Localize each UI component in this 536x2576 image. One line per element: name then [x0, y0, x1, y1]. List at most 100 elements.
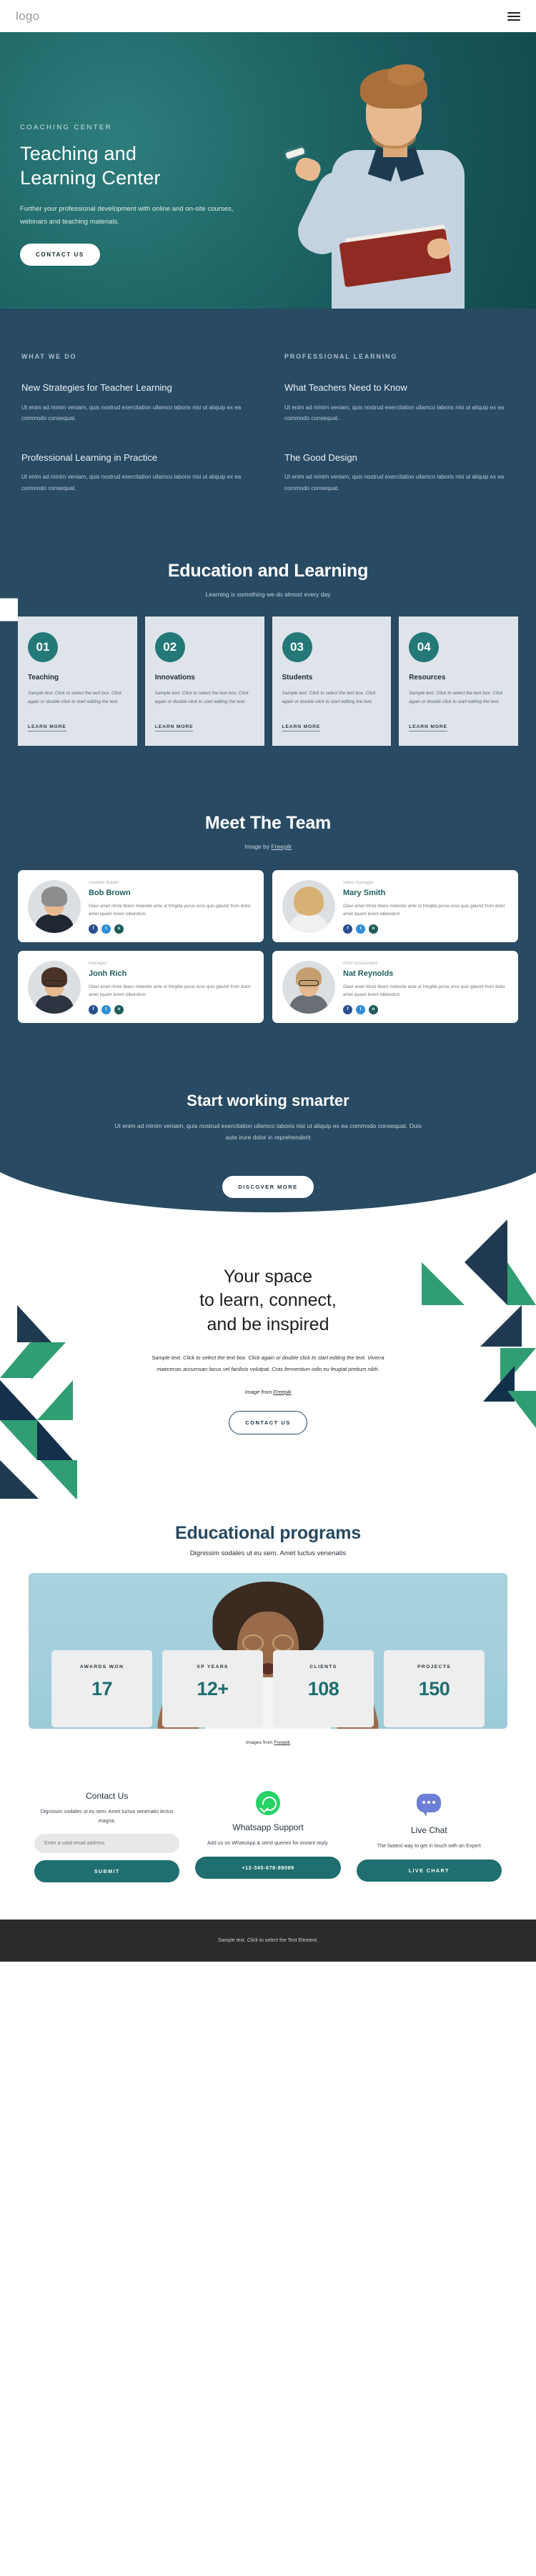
- instagram-icon[interactable]: o: [369, 1004, 378, 1014]
- card-learn-more-link[interactable]: LEARN MORE: [282, 724, 321, 732]
- livechat-text: The fastest way to get in touch with an …: [377, 1842, 481, 1849]
- programs-credit-link[interactable]: Freepik: [274, 1740, 291, 1745]
- education-title: Education and Learning: [167, 561, 369, 581]
- space-contact-us-button[interactable]: CONTACT US: [229, 1410, 307, 1434]
- team-member-card[interactable]: creative leader Bob Brown Glavi amet rit…: [18, 869, 264, 942]
- stat-value: 108: [307, 1677, 339, 1699]
- team-image-credit: Image by Freepik: [0, 843, 536, 850]
- twitter-icon[interactable]: t: [101, 924, 111, 934]
- member-name: Mary Smith: [343, 888, 386, 897]
- smarter-title: Start working smarter: [187, 1091, 349, 1109]
- card-text: Sample text. Click to select the text bo…: [28, 691, 122, 705]
- space-text: Sample text. Click to select the text bo…: [152, 1354, 384, 1372]
- avatar: [28, 879, 81, 933]
- member-name: Bob Brown: [89, 888, 131, 897]
- avatar: [28, 960, 81, 1014]
- whatsapp-icon: [255, 1790, 280, 1815]
- live-chat-button[interactable]: LIVE CHART: [356, 1859, 502, 1882]
- info-block-title: New Strategies for Teacher Learning: [21, 382, 172, 393]
- card-text: Sample text. Click to select the text bo…: [154, 691, 249, 705]
- space-credit-link[interactable]: Freepik: [274, 1389, 292, 1395]
- site-footer: Sample text. Click to select the Text El…: [0, 1919, 536, 1962]
- team-credit-prefix: Image by: [244, 842, 272, 850]
- education-card-list: 01 Teaching Sample text. Click to select…: [0, 598, 536, 788]
- space-title-line-2: to learn, connect,: [199, 1290, 337, 1311]
- member-bio: Glavi amet ritnisl libero molestie ante …: [89, 903, 251, 917]
- glasses-icon: [44, 979, 64, 986]
- space-title-line-3: and be inspired: [207, 1314, 329, 1334]
- info-block: What Teachers Need to Know Ut enim ad mi…: [284, 381, 515, 424]
- site-header: logo: [0, 0, 536, 32]
- whatsapp-phone-button[interactable]: +12-345-678-89089: [195, 1856, 341, 1879]
- stat-label: PROJECTS: [417, 1664, 452, 1669]
- smarter-text: Ut enim ad minim veniam, quis nostrud ex…: [114, 1122, 422, 1142]
- space-title: Your space to learn, connect, and be ins…: [0, 1265, 536, 1337]
- programs-subtitle: Dignissim sodales ut eu sem. Amet luctus…: [189, 1549, 347, 1557]
- hamburger-menu-icon[interactable]: [507, 11, 520, 21]
- info-block-text: Ut enim ad minim veniam, quis nostrud ex…: [284, 404, 505, 422]
- member-role: creative leader: [89, 879, 119, 885]
- hero-contact-us-button[interactable]: CONTACT US: [20, 244, 100, 266]
- education-card[interactable]: 03 Students Sample text. Click to select…: [272, 616, 392, 746]
- facebook-icon[interactable]: f: [89, 924, 98, 934]
- twitter-icon[interactable]: t: [101, 1004, 111, 1014]
- member-role: chief accountant: [343, 960, 377, 966]
- discover-more-button[interactable]: DISCOVER MORE: [222, 1174, 314, 1199]
- card-text: Sample text. Click to select the text bo…: [282, 691, 376, 705]
- card-number-badge: 04: [409, 632, 440, 663]
- info-block: Professional Learning in Practice Ut eni…: [21, 451, 252, 494]
- stat-value: 12+: [197, 1677, 229, 1699]
- site-logo[interactable]: logo: [16, 9, 39, 24]
- stat-value: 17: [91, 1677, 113, 1699]
- education-card[interactable]: 02 Innovations Sample text. Click to sel…: [144, 616, 264, 746]
- info-block-text: Ut enim ad minim veniam, quis nostrud ex…: [284, 474, 505, 491]
- instagram-icon[interactable]: o: [114, 924, 124, 934]
- instagram-icon[interactable]: o: [369, 924, 378, 934]
- education-card[interactable]: 04 Resources Sample text. Click to selec…: [399, 616, 518, 746]
- social-links: f t o: [343, 924, 508, 934]
- card-title: Innovations: [154, 674, 195, 682]
- education-card[interactable]: 01 Teaching Sample text. Click to select…: [18, 616, 137, 746]
- member-name: Jonh Rich: [89, 969, 127, 978]
- hero-title-line-1: Teaching and: [20, 143, 137, 164]
- card-learn-more-link[interactable]: LEARN MORE: [28, 724, 66, 732]
- stats-row: AWARDS WON 17 XP YEARS 12+ CLIENTS 108 P…: [0, 1649, 536, 1727]
- programs-title: Educational programs: [175, 1522, 361, 1543]
- card-learn-more-link[interactable]: LEARN MORE: [409, 724, 447, 732]
- team-member-card[interactable]: sales manager Mary Smith Glavi amet ritn…: [272, 869, 518, 942]
- social-links: f t o: [343, 1004, 508, 1014]
- stat-card: CLIENTS 108: [273, 1649, 374, 1727]
- info-block-title: Professional Learning in Practice: [21, 451, 158, 463]
- space-credit-prefix: Image from: [244, 1388, 274, 1395]
- stat-label: XP YEARS: [197, 1664, 229, 1669]
- email-field[interactable]: [34, 1834, 180, 1854]
- team-member-grid: creative leader Bob Brown Glavi amet rit…: [0, 850, 536, 1023]
- facebook-icon[interactable]: f: [89, 1004, 98, 1014]
- team-credit-link[interactable]: Freepik: [271, 843, 291, 850]
- submit-button[interactable]: SUBMIT: [34, 1860, 180, 1883]
- info-block-title: The Good Design: [284, 451, 357, 463]
- instagram-icon[interactable]: o: [114, 1004, 124, 1014]
- member-bio: Glavi amet ritnisl libero molestie ante …: [343, 903, 505, 917]
- footer-text: Sample text. Click to select the Text El…: [218, 1938, 318, 1944]
- card-number-badge: 02: [154, 632, 185, 663]
- twitter-icon[interactable]: t: [356, 924, 365, 934]
- chat-bubble-icon: [417, 1793, 442, 1818]
- facebook-icon[interactable]: f: [343, 1004, 352, 1014]
- facebook-icon[interactable]: f: [343, 924, 352, 934]
- hero-title-line-2: Learning Center: [20, 167, 161, 189]
- card-learn-more-link[interactable]: LEARN MORE: [154, 724, 194, 732]
- team-member-card[interactable]: manager Jonh Rich Glavi amet ritnisl lib…: [18, 950, 264, 1023]
- education-subtitle: Learning is something we do almost every…: [205, 591, 331, 599]
- hero-section: COACHING CENTER Teaching and Learning Ce…: [0, 32, 536, 309]
- twitter-icon[interactable]: t: [356, 1004, 365, 1014]
- info-block-text: Ut enim ad minim veniam, quis nostrud ex…: [21, 474, 242, 491]
- professional-learning-label: PROFESSIONAL LEARNING: [284, 353, 398, 360]
- programs-section: Educational programs Dignissim sodales u…: [0, 1498, 536, 1745]
- card-title: Resources: [409, 674, 446, 682]
- landing-page: logo COACHING CENTER Teaching and Learni…: [0, 0, 536, 1962]
- what-we-do-label: WHAT WE DO: [21, 353, 77, 360]
- card-number-badge: 01: [28, 632, 58, 663]
- team-member-card[interactable]: chief accountant Nat Reynolds Glavi amet…: [272, 950, 518, 1023]
- livechat-box: Live Chat The fastest way to get in touc…: [356, 1791, 502, 1882]
